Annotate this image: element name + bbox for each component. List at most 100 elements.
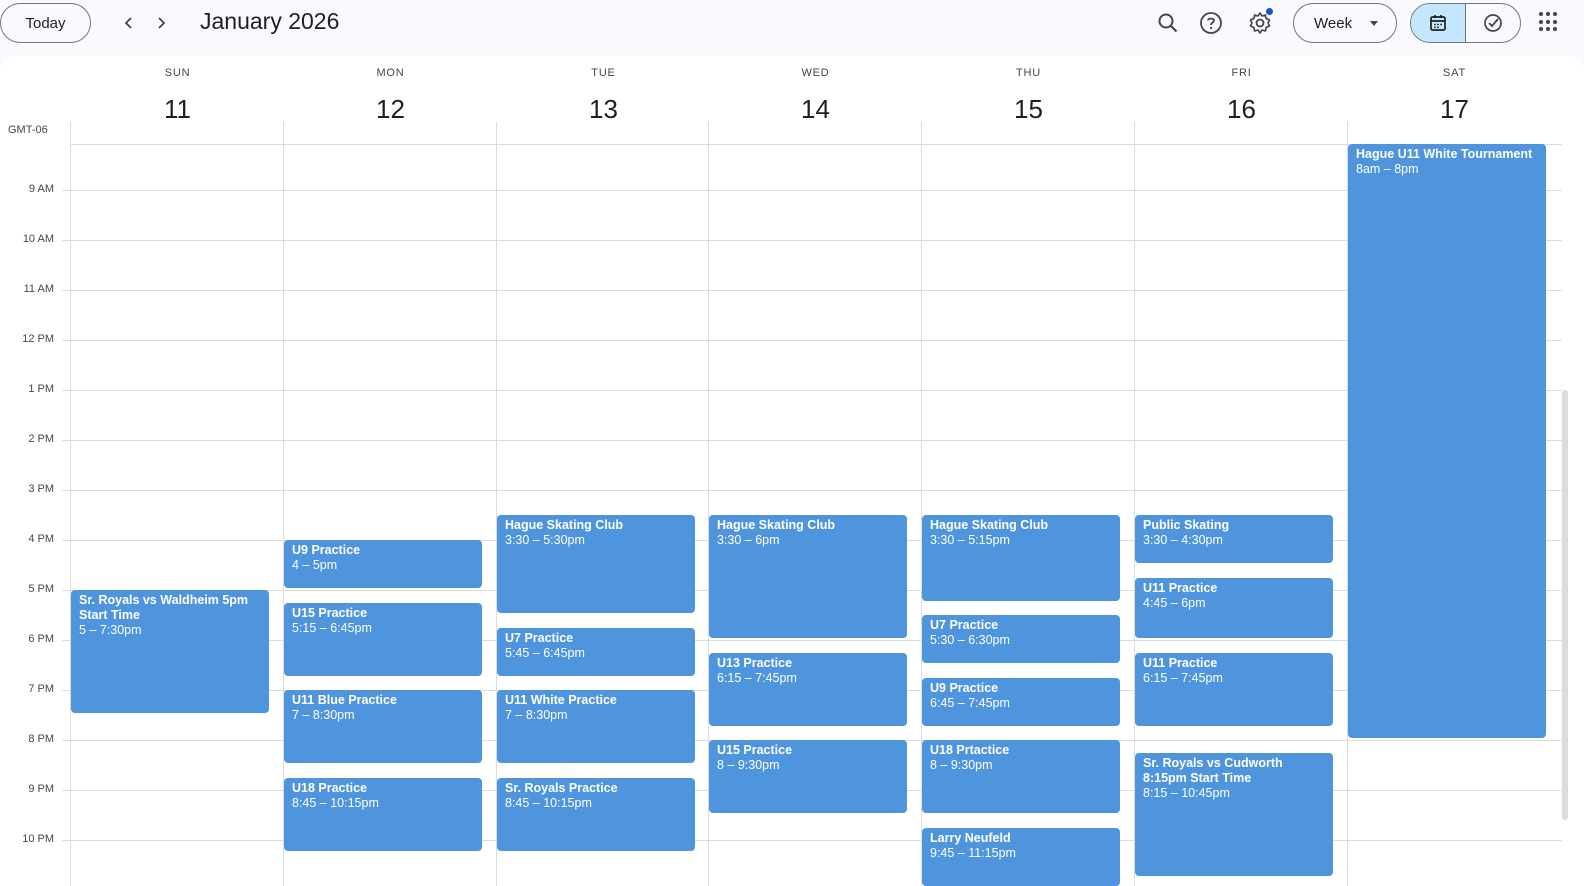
- day-of-week: MON: [376, 67, 405, 79]
- event-title: U18 Practice: [292, 780, 368, 795]
- calendar-event[interactable]: U9 Practice 6:45 – 7:45pm: [922, 677, 1120, 726]
- hour-line: [62, 240, 1562, 241]
- event-title: U11 Practice: [1143, 580, 1218, 595]
- day-number[interactable]: 12: [284, 94, 497, 125]
- calendar-event[interactable]: U15 Practice 8 – 9:30pm: [709, 740, 907, 813]
- event-title: Larry Neufeld: [930, 830, 1011, 845]
- event-time: 8 – 9:30pm: [717, 758, 780, 772]
- today-button[interactable]: Today: [0, 3, 91, 43]
- tasks-icon[interactable]: [1466, 4, 1521, 42]
- hour-label: 11 AM: [23, 283, 54, 295]
- column-divider: [496, 122, 497, 886]
- event-title: U18 Prtactice: [930, 743, 1010, 757]
- day-of-week: TUE: [591, 67, 616, 79]
- event-time: 9:45 – 11:15pm: [930, 845, 1016, 860]
- calendar-event[interactable]: Hague Skating Club 3:30 – 6pm: [709, 515, 907, 638]
- event-time: 4:45 – 6pm: [1143, 595, 1206, 610]
- event-time: 6:45 – 7:45pm: [930, 695, 1010, 710]
- calendar-event[interactable]: Sr. Royals vs Cudworth 8:15pm Start Time…: [1135, 752, 1333, 876]
- help-icon[interactable]: [1196, 8, 1226, 38]
- day-number[interactable]: 11: [71, 94, 284, 125]
- event-time: 5:15 – 6:45pm: [292, 620, 372, 635]
- chevron-left-icon[interactable]: [116, 10, 142, 36]
- hour-label: 10 AM: [22, 233, 54, 245]
- day-number[interactable]: 13: [497, 94, 710, 125]
- calendar-event[interactable]: U11 Practice 4:45 – 6pm: [1135, 577, 1333, 638]
- day-of-week: WED: [801, 67, 830, 79]
- event-time: 7 – 8:30pm: [505, 708, 568, 722]
- event-title: U11 Practice: [1143, 655, 1218, 670]
- event-time: 8:45 – 10:15pm: [505, 795, 592, 810]
- view-selector[interactable]: Week: [1293, 3, 1397, 43]
- event-title: U11 White Practice: [505, 693, 617, 707]
- header-divider: [71, 144, 1562, 145]
- event-title: U9 Practice: [292, 543, 361, 557]
- week-grid: SUN 11 MON 12 TUE 13 WED 14 THU 15 FRI 16 SAT 17 GMT-…: [0, 56, 1584, 886]
- calendar-event[interactable]: Sr. Royals Practice 8:45 – 10:15pm: [497, 777, 695, 851]
- calendar-event[interactable]: U11 White Practice 7 – 8:30pm: [497, 690, 695, 763]
- day-of-week: THU: [1015, 67, 1041, 79]
- hour-label: 3 PM: [28, 483, 54, 495]
- calendar-event[interactable]: Hague Skating Club 3:30 – 5:30pm: [497, 515, 695, 613]
- view-label: Week: [1314, 14, 1353, 32]
- event-title: Hague Skating Club: [717, 518, 836, 532]
- calendar-event[interactable]: Public Skating 3:30 – 4:30pm: [1135, 515, 1333, 563]
- day-number[interactable]: 15: [922, 94, 1135, 125]
- chevron-right-icon[interactable]: [148, 10, 174, 36]
- event-time: 3:30 – 6pm: [717, 533, 780, 547]
- apps-icon[interactable]: [1539, 12, 1559, 32]
- hour-label: 4 PM: [28, 533, 54, 545]
- event-time: 8:45 – 10:15pm: [292, 795, 379, 810]
- event-time: 3:30 – 5:15pm: [930, 533, 1010, 547]
- scrollbar[interactable]: [1562, 390, 1568, 820]
- event-time: 7 – 8:30pm: [292, 708, 355, 722]
- calendar-event[interactable]: Larry Neufeld 9:45 – 11:15pm: [922, 827, 1120, 886]
- event-title: U11 Blue Practice: [292, 693, 397, 707]
- calendar-event[interactable]: U18 Prtactice 8 – 9:30pm: [922, 740, 1120, 813]
- column-divider: [283, 122, 284, 886]
- calendar-event[interactable]: U9 Practice 4 – 5pm: [284, 540, 482, 588]
- event-time: 5 – 7:30pm: [79, 623, 142, 637]
- day-number[interactable]: 17: [1348, 94, 1561, 125]
- hour-label: 6 PM: [28, 633, 54, 645]
- calendar-event[interactable]: U7 Practice 5:30 – 6:30pm: [922, 615, 1120, 663]
- event-title: U7 Practice: [505, 630, 574, 645]
- hour-label: 8 PM: [28, 733, 54, 745]
- hour-line: [62, 440, 1562, 441]
- settings-icon[interactable]: [1245, 8, 1275, 38]
- calendar-event[interactable]: U18 Practice 8:45 – 10:15pm: [284, 777, 482, 851]
- calendar-event[interactable]: Hague Skating Club 3:30 – 5:15pm: [922, 515, 1120, 601]
- top-bar: Today January 2026 Week: [0, 0, 1584, 56]
- hour-line: [62, 190, 1562, 191]
- calendar-event[interactable]: U13 Practice 6:15 – 7:45pm: [709, 652, 907, 726]
- event-time: 3:30 – 5:30pm: [505, 533, 585, 547]
- hour-label: 7 PM: [28, 683, 54, 695]
- event-title: U15 Practice: [292, 605, 368, 620]
- column-divider: [70, 122, 71, 886]
- page-title: January 2026: [200, 8, 340, 34]
- notification-dot: [1266, 8, 1273, 15]
- calendar-event[interactable]: U11 Blue Practice 7 – 8:30pm: [284, 690, 482, 763]
- calendar-event[interactable]: U11 Practice 6:15 – 7:45pm: [1135, 652, 1333, 726]
- event-title: Public Skating: [1143, 518, 1230, 532]
- calendar-icon[interactable]: [1411, 4, 1466, 42]
- event-title: U15 Practice: [717, 743, 793, 757]
- hour-label: 5 PM: [28, 583, 54, 595]
- event-time: 5:45 – 6:45pm: [505, 645, 585, 660]
- event-title: U7 Practice: [930, 618, 999, 632]
- day-number[interactable]: 16: [1135, 94, 1348, 125]
- calendar-event[interactable]: U15 Practice 5:15 – 6:45pm: [284, 602, 482, 676]
- hour-label: 9 PM: [28, 783, 54, 795]
- event-title: Sr. Royals vs Cudworth 8:15pm Start Time: [1143, 755, 1283, 785]
- day-number[interactable]: 14: [709, 94, 922, 125]
- hour-line: [62, 390, 1562, 391]
- search-icon[interactable]: [1153, 8, 1183, 38]
- event-time: 8:15 – 10:45pm: [1143, 785, 1230, 800]
- hour-label: 9 AM: [28, 183, 54, 195]
- calendar-event[interactable]: Hague U11 White Tournament 8am – 8pm: [1348, 144, 1546, 738]
- calendar-event[interactable]: U7 Practice 5:45 – 6:45pm: [497, 627, 695, 676]
- event-time: 6:15 – 7:45pm: [1143, 670, 1223, 685]
- view-toggle: [1410, 3, 1521, 43]
- calendar-event[interactable]: Sr. Royals vs Waldheim 5pm Start Time 5 –…: [71, 590, 269, 713]
- event-time: 8am – 8pm: [1356, 162, 1419, 176]
